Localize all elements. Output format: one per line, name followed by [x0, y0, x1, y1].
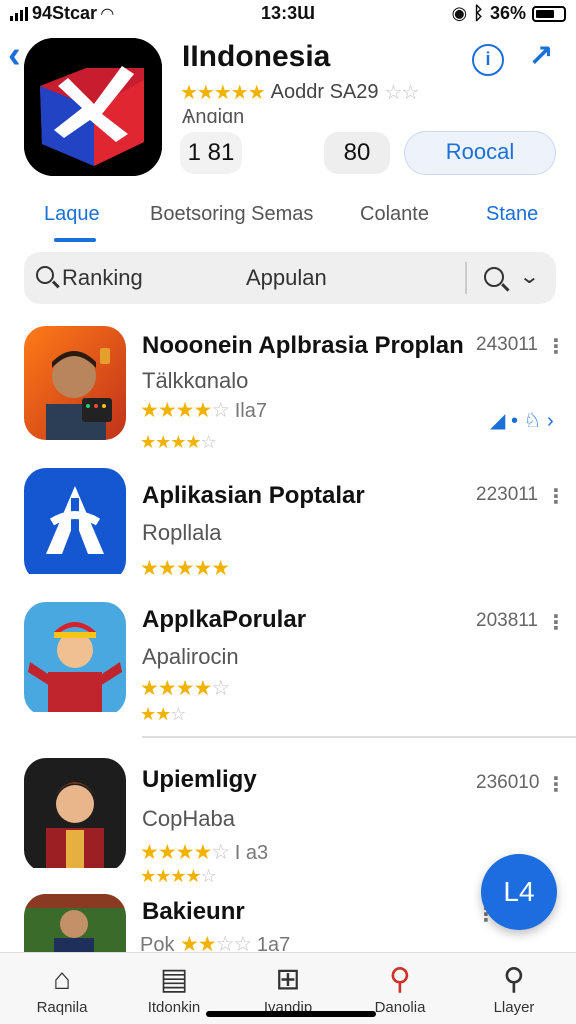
app-logo-icon [24, 38, 162, 176]
list-item-icon[interactable] [24, 326, 126, 440]
rating-stars: ★★★★☆ [140, 399, 230, 422]
character-portrait-icon [24, 758, 126, 868]
tabbar-item-add[interactable]: ⊞ Ivandip [238, 961, 338, 1016]
list-item-subtitle: Ropllala [142, 520, 222, 545]
tab-boetsoring-semas[interactable]: Boetsoring Semas [150, 203, 313, 226]
more-icon[interactable]: ⋮ [546, 610, 566, 635]
tabbar-label: Llayer [493, 999, 535, 1016]
tab-laque[interactable]: Laque [44, 203, 100, 226]
list-item-subtitle: Tälkkɑnalo [142, 368, 249, 393]
list-item-subtitle: CopHaba [142, 806, 235, 831]
rating-stars: ★★★★☆ [140, 677, 230, 700]
search-icon: ⚲ [503, 963, 525, 996]
list-item-date: 243011 [476, 334, 538, 355]
tab-colante[interactable]: Colante [360, 203, 429, 226]
rating-stars: ★★☆ [140, 704, 186, 724]
battery-percent: 36% [489, 3, 526, 23]
tabbar-item-discover[interactable]: ⚲ Danolia [350, 961, 450, 1016]
list-item-subtitle: Apalirocin [142, 644, 239, 669]
list-item-title[interactable]: Bakieunr [142, 898, 245, 926]
app-category: Ѧnɑiɑn [182, 106, 245, 128]
search-placeholder: Appulan [246, 265, 327, 290]
tabbar-item-search[interactable]: ⚲ Llayer [464, 961, 564, 1016]
battery-icon [532, 5, 566, 22]
list-item-date: 203811 [476, 610, 538, 631]
book-icon: ▤ [159, 963, 189, 996]
tab-stane[interactable]: Stane [486, 203, 538, 226]
info-icon[interactable]: i [472, 44, 504, 76]
app-rating: ★★★★★ Aoddr SA29 ☆☆ [180, 80, 420, 105]
tabbar-label: Danolia [374, 999, 426, 1016]
rating-count: Ila7 [234, 400, 267, 422]
person-portrait-icon [24, 326, 126, 440]
rating-stars-empty: ☆☆ [384, 82, 420, 104]
list-item-icon[interactable] [24, 758, 126, 872]
active-tab-indicator [54, 238, 96, 242]
back-button[interactable]: ‹ [8, 34, 21, 77]
app-icon [24, 38, 162, 176]
list-divider [142, 736, 576, 738]
app-a-logo-icon [24, 468, 126, 574]
more-icon[interactable]: ⋮ [546, 484, 566, 509]
search-filter-icon[interactable] [484, 267, 504, 287]
list-item-title[interactable]: ApplkaPorular [142, 606, 306, 634]
search-bar[interactable]: Ranking Appulan ⌄ [24, 252, 556, 304]
status-bar: 94Stcar ◠ 13:3Ɯ ◉ ᛒ 36% [0, 0, 576, 26]
share-icon[interactable]: ↗ [524, 40, 558, 74]
plus-icon: ⊞ [275, 963, 301, 996]
tabbar-item-home[interactable]: ⌂ Raqnila [12, 961, 112, 1016]
more-icon[interactable]: ⋮ [546, 334, 566, 359]
floating-action-button[interactable]: L4 [481, 854, 557, 930]
bluetooth-icon: ᛒ [473, 3, 484, 23]
list-item-date: 236010 [476, 772, 540, 793]
person-portrait-icon [24, 894, 126, 952]
lock-rotation-icon: ◉ [451, 3, 468, 23]
list-item-rating: ★★★★☆ [140, 676, 230, 701]
rating-count: I a3 [234, 842, 269, 864]
more-icon[interactable]: ⋮ [546, 772, 566, 797]
list-item-date: 223011 [476, 484, 538, 505]
list-item-icon[interactable] [24, 468, 126, 582]
list-item-icon[interactable] [24, 602, 126, 716]
age-pill: 80 [324, 132, 390, 174]
list-item-title[interactable]: Nooonein Aplbrasia Proplan [142, 332, 464, 360]
tabbar-label: Itdonkin [147, 999, 201, 1016]
search-red-icon: ⚲ [389, 963, 411, 996]
list-item-rating-secondary: ★★★★☆ [140, 432, 217, 453]
home-indicator [206, 1011, 376, 1017]
list-item-rating: ★★★★☆ I a3 [140, 840, 268, 865]
tabbar-item-book[interactable]: ▤ Itdonkin [124, 961, 224, 1016]
character-portrait-icon [24, 602, 126, 712]
rating-stars: ★★★★☆ [140, 866, 217, 886]
app-title: IIndonesia [182, 40, 331, 73]
chevron-down-icon[interactable]: ⌄ [518, 264, 540, 289]
app-subtitle: Aoddr SA29 [270, 81, 379, 103]
search-label: Ranking [62, 265, 143, 290]
tabbar-label: Raqnila [36, 999, 88, 1016]
rating-stars: ★★★★★ [180, 82, 266, 104]
list-item-rating: ★★★★☆ Ila7 [140, 398, 267, 423]
rating-stars: ★★★★★ [140, 557, 230, 580]
rank-pill: 1 81 [180, 132, 242, 174]
search-icon [36, 266, 54, 284]
list-item-title[interactable]: Upiemligy [142, 766, 257, 794]
get-button[interactable]: Roocal [404, 131, 556, 175]
rating-stars: ★★★★☆ [140, 432, 217, 452]
list-item-rating-secondary: ★★☆ [140, 704, 186, 725]
list-item-icon[interactable] [24, 894, 126, 952]
home-icon: ⌂ [52, 963, 72, 996]
rating-stars: ★★★★☆ [140, 841, 230, 864]
list-item-rating: ★★★★★ [140, 556, 230, 581]
chevron-right-icon[interactable]: ◢ • ♘ › [490, 408, 554, 433]
list-item-title[interactable]: Aplikasian Poptalar [142, 482, 365, 510]
search-divider [465, 262, 467, 294]
list-item-rating-secondary: ★★★★☆ [140, 866, 217, 887]
